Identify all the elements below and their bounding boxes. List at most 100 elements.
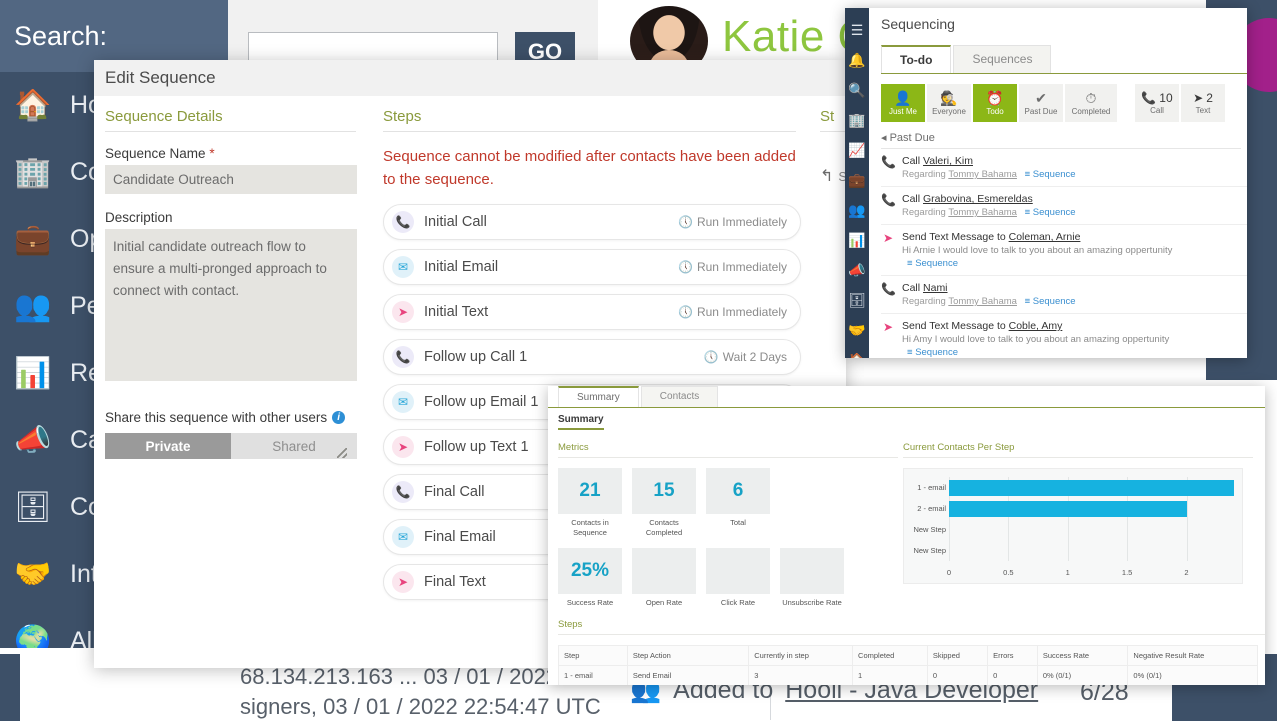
list-item-title: Call Grabovina, Esmereldas <box>902 193 1033 205</box>
list-item[interactable]: 📞 Call Valeri, Kim Regarding Tommy Baham… <box>881 149 1247 187</box>
sequencing-todo-list: 📞 Call Valeri, Kim Regarding Tommy Baham… <box>881 149 1247 358</box>
list-item-message: Hi Amy I would love to talk to you about… <box>902 334 1170 345</box>
chart-icon[interactable]: 📊 <box>845 225 869 255</box>
sequence-chip[interactable]: ≡ Sequence <box>1025 207 1076 218</box>
metric-success-rate: 25% <box>558 547 622 594</box>
list-item[interactable]: 📞 Call Grabovina, Esmereldas Regarding T… <box>881 187 1247 225</box>
step-row[interactable]: ✉ Initial Email 🕔 Run Immediately <box>383 248 801 285</box>
chart-xtick-label: 0 <box>946 568 952 577</box>
list-item[interactable]: ➤ Send Text Message to Coble, Amy Hi Amy… <box>881 314 1247 358</box>
contact-link[interactable]: Grabovina, Esmereldas <box>923 193 1033 205</box>
table-column-header[interactable]: Step Action <box>626 645 750 667</box>
filter-everyone[interactable]: 🕵 Everyone <box>927 84 971 122</box>
megaphone-icon[interactable]: 📣 <box>845 255 869 285</box>
building-icon[interactable]: 🏢 <box>845 105 869 135</box>
chart-ytick-label: New Step <box>913 524 946 534</box>
list-item-body: Call Nami Regarding Tommy Bahama ≡ Seque… <box>902 282 1247 307</box>
regarding-link[interactable]: Tommy Bahama <box>948 207 1017 218</box>
bar-chart-icon[interactable]: 📈 <box>845 135 869 165</box>
filter-completed[interactable]: ⏱ Completed <box>1065 84 1117 122</box>
table-column-header[interactable]: Errors <box>987 645 1038 667</box>
share-option-private[interactable]: Private <box>105 433 231 459</box>
filter-past-due[interactable]: ✔ Past Due <box>1019 84 1063 122</box>
table-column-header[interactable]: Currently in step <box>748 645 854 667</box>
table-cell: 0 <box>926 665 989 685</box>
list-item-subtitle: Regarding Tommy Bahama ≡ Sequence <box>902 207 1076 218</box>
paper-plane-icon: ➤ <box>882 231 894 245</box>
share-sequence-label: Share this sequence with other users i <box>105 410 356 425</box>
hamburger-icon[interactable]: ☰ <box>845 15 869 45</box>
contact-link[interactable]: Coleman, Arnie <box>1009 231 1081 243</box>
bell-icon[interactable]: 🔔 <box>845 45 869 75</box>
contact-link[interactable]: Nami <box>923 282 948 294</box>
file-cabinet-icon[interactable]: 🗄 <box>845 285 869 315</box>
binoculars-icon: 🕵 <box>940 89 958 106</box>
table-column-header[interactable]: Step <box>558 645 628 667</box>
metrics-row-1-labels: Contacts in Sequence Contacts Completed … <box>558 514 898 538</box>
steps-heading: Steps <box>383 108 796 132</box>
info-icon[interactable]: i <box>332 411 346 424</box>
list-item-title: Call Valeri, Kim <box>902 155 973 167</box>
sequencing-main: Sequencing To-do Sequences 👤 Just Me 🕵 E… <box>869 8 1247 358</box>
contact-link[interactable]: Coble, Amy <box>1009 320 1063 332</box>
stats-undo-row[interactable]: ↰ Se <box>820 166 846 186</box>
briefcase-icon[interactable]: 💼 <box>845 165 869 195</box>
megaphone-icon: 📣 <box>14 423 52 457</box>
phone-icon: 📞 <box>392 480 414 503</box>
phone-icon: 📞 <box>881 155 896 169</box>
list-item-message: Hi Arnie I would love to talk to you abo… <box>902 245 1173 256</box>
list-item-subtitle: ≡ Sequence <box>902 258 1247 269</box>
step-row[interactable]: ➤ Initial Text 🕔 Run Immediately <box>383 293 801 330</box>
sequence-name-input[interactable] <box>105 165 357 194</box>
list-item-body: Call Valeri, Kim Regarding Tommy Bahama … <box>902 155 1247 180</box>
phone-icon: 📞 <box>392 210 414 233</box>
group-header-past-due[interactable]: ◂ Past Due <box>881 131 1241 149</box>
handshake-icon[interactable]: 🤝 <box>845 315 869 345</box>
alarm-icon: ⏰ <box>986 89 1004 106</box>
table-row[interactable]: 1 - email Send Email 3 1 0 0 0% (0/1) 0% (0/1) <box>558 665 1258 685</box>
sequence-chip[interactable]: ≡ Sequence <box>907 347 958 358</box>
regarding-link[interactable]: Tommy Bahama <box>948 296 1017 307</box>
description-textarea[interactable]: Initial candidate outreach flow to ensur… <box>105 229 357 381</box>
contacts-per-step-chart: 0 0.5 1 1.5 2 1 - email 2 - email New Step New S… <box>903 468 1243 584</box>
sequencing-title: Sequencing <box>881 16 955 32</box>
counter-text[interactable]: ➤ 2 Text <box>1181 84 1225 122</box>
table-column-header[interactable]: Negative Result Rate <box>1127 645 1258 667</box>
list-item[interactable]: 📞 Call Nami Regarding Tommy Bahama ≡ Seq… <box>881 276 1247 314</box>
chart-xtick-label: 1.5 <box>1121 568 1133 577</box>
table-column-header[interactable]: Success Rate <box>1036 645 1129 667</box>
step-row[interactable]: 📞 Initial Call 🕔 Run Immediately <box>383 203 801 240</box>
contact-link[interactable]: Valeri, Kim <box>923 155 973 167</box>
building-icon: 🏢 <box>14 155 52 189</box>
table-column-header[interactable]: Completed <box>852 645 928 667</box>
tab-sequences[interactable]: Sequences <box>953 45 1052 73</box>
tab-todo[interactable]: To-do <box>881 45 952 73</box>
table-header-row: Step Step Action Currently in step Complete… <box>558 645 1258 667</box>
regarding-link[interactable]: Tommy Bahama <box>948 169 1017 180</box>
chart-bar <box>949 500 1187 517</box>
filter-just-me[interactable]: 👤 Just Me <box>881 84 925 122</box>
undo-arrow-icon: ↰ <box>820 168 834 185</box>
list-item[interactable]: ➤ Send Text Message to Coleman, Arnie Hi… <box>881 225 1247 276</box>
table-cell: 1 <box>852 665 928 685</box>
analytics-subtitle: Summary <box>558 414 604 430</box>
metric-contacts-completed: 15 <box>632 468 696 514</box>
filter-todo[interactable]: ⏰ Todo <box>973 84 1017 122</box>
handshake-icon: 🤝 <box>14 557 52 591</box>
people-icon: 👥 <box>14 289 52 323</box>
resize-grip-icon[interactable] <box>337 448 347 458</box>
sequence-details-column: Sequence Details Sequence Name * Descrip… <box>94 96 372 668</box>
people-icon[interactable]: 👥 <box>845 195 869 225</box>
sequence-chip[interactable]: ≡ Sequence <box>1025 169 1076 180</box>
table-column-header[interactable]: Skipped <box>926 645 989 667</box>
house-icon[interactable]: 🏠 <box>845 345 869 359</box>
metric-label: Contacts Completed <box>645 518 683 537</box>
step-row[interactable]: 📞 Follow up Call 1 🕔 Wait 2 Days <box>383 338 801 375</box>
search-icon[interactable]: 🔍 <box>845 75 869 105</box>
sequence-chip[interactable]: ≡ Sequence <box>1025 296 1076 307</box>
tab-contacts[interactable]: Contacts <box>640 386 719 407</box>
sequence-chip[interactable]: ≡ Sequence <box>907 258 958 269</box>
paper-plane-icon: ➤ <box>392 300 414 323</box>
counter-call[interactable]: 📞 10 Call <box>1135 84 1179 122</box>
tab-summary[interactable]: Summary <box>558 386 639 407</box>
